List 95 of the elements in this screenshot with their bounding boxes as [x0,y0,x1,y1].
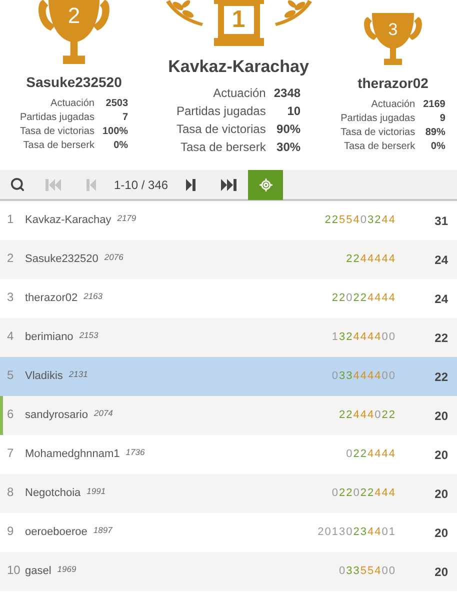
standings-row[interactable]: 2 Sasuke232520 2076 2244444 24 [0,240,457,279]
player-name[interactable]: Kavkaz-Karachay [168,54,309,80]
rank-number: 5 [7,366,15,384]
total-points: 20 [434,564,448,580]
total-points: 31 [434,212,448,230]
stat-label: Partidas jugadas [340,112,416,126]
total-points: 20 [434,446,448,464]
player-name[interactable]: gasel [25,563,52,580]
player-name[interactable]: berimiano [25,329,74,346]
place-number: 3 [388,21,398,38]
rank-number: 7 [7,444,15,462]
place-number: 1 [232,8,246,32]
player-rating: 2131 [68,368,88,380]
player-name[interactable]: Kavkaz-Karachay [25,212,112,229]
stat-value: 0% [430,140,446,154]
score-sheet: 2255403244 [324,213,396,228]
rank-number: 6 [7,406,15,422]
stat-label: Tasa de victorias [20,125,94,139]
stat-label: Tasa de victorias [176,120,266,138]
standings-row[interactable]: 6 sandyrosario 2074 22444022 20 [0,396,457,435]
trophy-icon [362,13,424,65]
total-points: 20 [434,408,448,424]
trophy-icon [36,0,112,64]
stat-label: Tasa de victorias [340,126,416,140]
search-icon [10,177,24,192]
score-sheet: 2244444 [346,252,396,268]
total-points: 22 [434,330,448,346]
stat-value: 9 [438,112,446,126]
player-rating: 2163 [84,290,103,302]
stat-label: Actuación [212,84,266,102]
player-rating: 1897 [93,524,112,536]
score-sheet: 220224444 [332,291,396,306]
stat-value: 10 [286,102,301,120]
total-points: 22 [434,368,448,386]
score-sheet: 022022444 [332,486,396,502]
stat-value: 100% [102,125,128,139]
score-sheet: 20130234401 [318,525,396,540]
stat-label: Partidas jugadas [176,102,266,120]
player-rating: 2076 [104,250,124,264]
rank-number: 2 [7,250,15,266]
rank-number: 1 [7,210,15,228]
score-sheet: 03355400 [339,564,396,580]
player-rating: 1991 [86,484,106,498]
rank-number: 3 [7,288,15,306]
standings-row[interactable]: 8 Negotchoia 1991 022022444 20 [0,474,457,513]
locate-icon [258,178,273,192]
player-name[interactable]: Sasuke232520 [26,72,122,93]
player-name[interactable]: oeroeboeroe [25,524,88,541]
first-page-icon [45,178,61,190]
stat-label: Tasa de berserk [179,138,266,156]
stat-value: 7 [121,111,128,125]
stat-value: 90% [276,120,301,138]
total-points: 24 [434,252,448,268]
total-points: 20 [434,486,448,502]
player-name[interactable]: therazor02 [358,73,428,94]
rank-number: 10 [7,562,22,578]
player-name[interactable]: sandyrosario [25,407,88,424]
score-sheet: 033444400 [332,369,396,384]
total-points: 20 [434,524,448,542]
rank-number: 4 [7,328,15,344]
stat-value: 2348 [274,84,301,102]
stat-label: Actuación [370,98,416,112]
player-rating: 2074 [94,406,113,420]
standings-row[interactable]: 4 berimiano 2153 132444400 22 [0,318,457,357]
stat-value: 2503 [104,97,128,111]
rank-number: 9 [7,522,15,540]
player-name[interactable]: therazor02 [25,290,78,307]
player-rating: 2179 [117,212,136,224]
player-rating: 1969 [57,562,76,576]
previous-page-icon [86,178,96,190]
stat-value: 89% [424,126,446,140]
score-sheet: 0224444 [346,447,396,462]
score-sheet: 22444022 [339,408,396,424]
stat-label: Tasa de berserk [22,139,94,153]
stat-value: 30% [276,138,301,156]
stat-value: 2169 [423,98,446,112]
stat-label: Tasa de berserk [342,140,416,154]
standings-row[interactable]: 10 gasel 1969 03355400 20 [0,552,457,591]
total-points: 24 [434,290,448,308]
page-range: 1-10 / 346 [113,176,170,194]
player-rating: 2153 [79,328,98,342]
stat-value: 0% [112,139,128,153]
player-name[interactable]: Mohamedghnnam1 [25,446,120,463]
score-sheet: 132444400 [332,330,396,346]
place-number: 2 [68,5,80,27]
player-name[interactable]: Sasuke232520 [25,251,98,268]
stat-label: Actuación [50,97,94,111]
next-page-icon [186,178,196,190]
player-rating: 1736 [126,446,145,458]
stat-label: Partidas jugadas [20,111,94,125]
rank-number: 8 [7,484,15,500]
last-page-icon [221,178,238,190]
player-name[interactable]: Negotchoia [25,485,81,502]
player-name[interactable]: Vladikis [25,368,63,385]
standings-row[interactable]: 5 Vladikis 2131 033444400 22 [0,357,457,396]
